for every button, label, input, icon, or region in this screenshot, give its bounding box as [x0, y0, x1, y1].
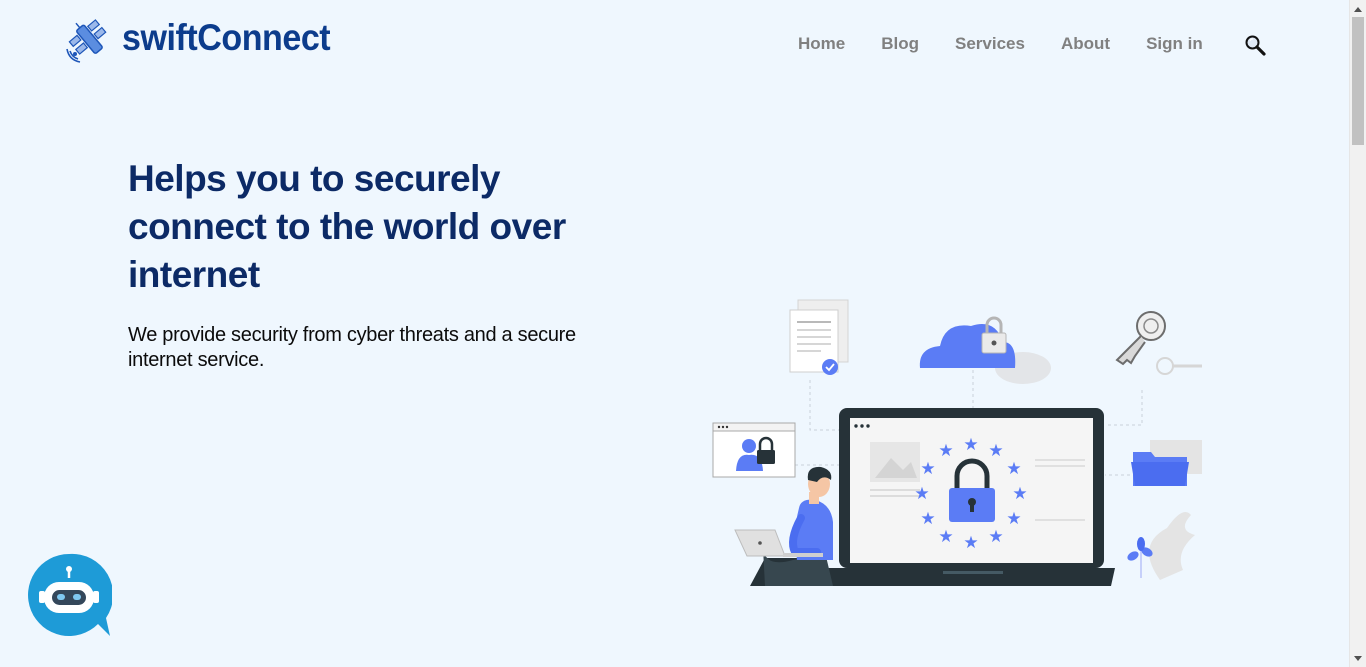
- person-with-laptop: [734, 466, 833, 586]
- satellite-logo-icon: [66, 19, 107, 63]
- nav-home[interactable]: Home: [780, 34, 863, 54]
- svg-text:★: ★: [963, 435, 978, 455]
- svg-text:★: ★: [920, 459, 935, 479]
- scroll-thumb[interactable]: [1352, 17, 1364, 145]
- cyber-security-illustration: ★ ★ ★ ★ ★ ★ ★ ★ ★ ★ ★ ★: [712, 299, 1202, 586]
- chatbot-button[interactable]: [26, 552, 114, 638]
- plant-icon: [1127, 511, 1195, 580]
- nav-blog[interactable]: Blog: [863, 34, 937, 54]
- robot-chat-icon: [28, 553, 114, 636]
- svg-text:★: ★: [914, 484, 929, 504]
- brand-name: swiftConnect: [122, 17, 331, 58]
- nav-sign-in[interactable]: Sign in: [1128, 34, 1221, 54]
- svg-text:★: ★: [1012, 484, 1027, 504]
- document-icon: [789, 299, 849, 375]
- cloud-lock-icon: [919, 316, 1051, 384]
- user-lock-window-icon: [712, 422, 796, 478]
- laptop-icon: ★ ★ ★ ★ ★ ★ ★ ★ ★ ★ ★ ★: [823, 408, 1115, 586]
- svg-text:★: ★: [963, 533, 978, 553]
- nav-about[interactable]: About: [1043, 34, 1128, 54]
- main-nav: Home Blog Services About Sign in: [780, 30, 1221, 58]
- chevron-up-icon: [1354, 6, 1362, 12]
- search-button[interactable]: [1244, 34, 1266, 56]
- hero-title: Helps you to securely connect to the wor…: [128, 158, 566, 295]
- vertical-scrollbar[interactable]: [1349, 0, 1366, 667]
- brand-logo[interactable]: swiftConnect: [66, 12, 348, 64]
- scroll-down-arrow[interactable]: [1350, 650, 1366, 667]
- svg-text:★: ★: [1006, 459, 1021, 479]
- page: swiftConnect Home Blog Services About Si…: [0, 0, 1366, 667]
- svg-text:★: ★: [920, 509, 935, 529]
- svg-text:★: ★: [938, 527, 953, 547]
- svg-text:★: ★: [938, 441, 953, 461]
- scroll-up-arrow[interactable]: [1350, 0, 1366, 17]
- magnifier-icon: [1245, 35, 1266, 56]
- key-icon: [1115, 311, 1202, 375]
- nav-services[interactable]: Services: [937, 34, 1043, 54]
- svg-text:★: ★: [1006, 509, 1021, 529]
- chevron-down-icon: [1354, 655, 1362, 661]
- svg-text:★: ★: [988, 527, 1003, 547]
- folder-icon: [1131, 440, 1202, 486]
- svg-text:★: ★: [988, 441, 1003, 461]
- hero-subtitle: We provide security from cyber threats a…: [128, 324, 576, 371]
